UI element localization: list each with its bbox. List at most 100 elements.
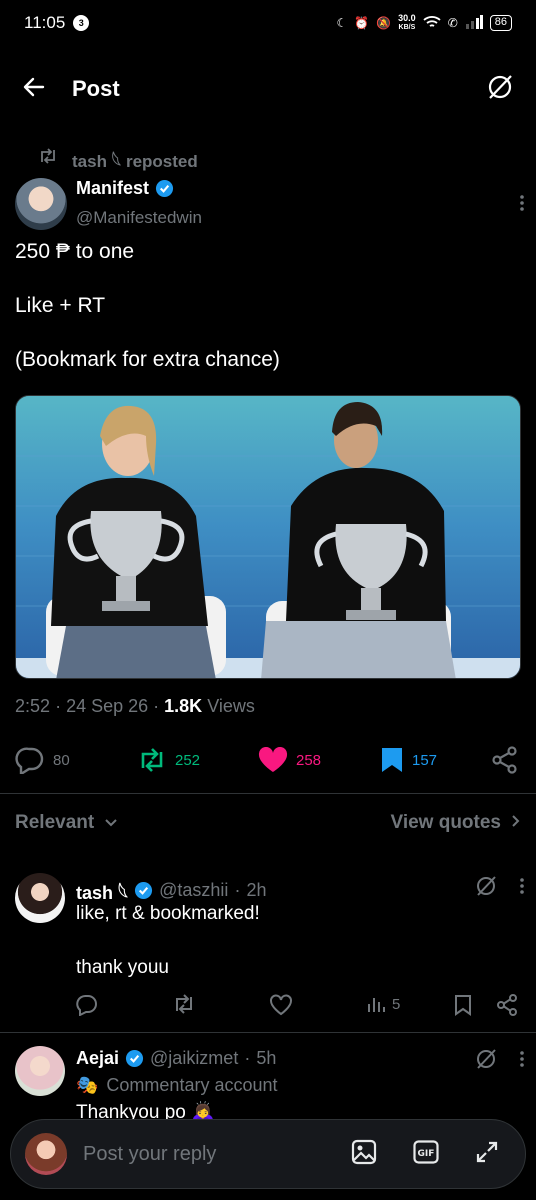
repost-icon [141, 748, 163, 772]
reply-button[interactable]: 80 [15, 746, 70, 774]
post-text-line-1: 250 ₱ to one [15, 240, 135, 263]
relevant-dropdown[interactable]: Relevant [15, 812, 118, 834]
theater-masks-icon: 🎭 [76, 1075, 99, 1095]
photo-illustration [16, 396, 520, 678]
reply-views-count: 5 [392, 995, 401, 1013]
reply-time: 5h [256, 1048, 277, 1068]
verified-badge-icon [125, 1049, 144, 1068]
reply-top-icons [475, 1048, 525, 1075]
mute-icon: 🔕 [376, 16, 392, 30]
share-button[interactable] [491, 746, 519, 774]
view-quotes-link[interactable]: View quotes [390, 812, 521, 834]
bookmark-count: 157 [412, 751, 438, 769]
reply-author-handle[interactable]: @jaikizmet [150, 1048, 238, 1069]
post-image[interactable] [15, 395, 521, 679]
chevron-down-icon [104, 812, 118, 834]
repost-icon [38, 148, 58, 169]
grok-icon[interactable] [475, 1048, 497, 1075]
post-meta: 2:52 · 24 Sep 26 · 1.8K Views [15, 696, 255, 716]
replies-filter-row: Relevant View quotes [15, 812, 521, 834]
repost-indicator: tash 𓆩 reposted [38, 144, 198, 173]
gif-icon[interactable]: GIF [413, 1139, 439, 1169]
status-time: 11:05 [24, 13, 66, 32]
author-name[interactable]: Manifest [76, 178, 174, 199]
avatar[interactable] [15, 178, 67, 230]
divider [0, 1032, 536, 1033]
alarm-icon: ⏰ [354, 16, 370, 30]
reply-author-name[interactable]: Aejai [76, 1048, 119, 1069]
reply-header: tash 𓆩 @taszhii · 2h [76, 875, 266, 905]
reply-header: Aejai @jaikizmet · 5h [76, 1048, 277, 1069]
views-count: 1.8K [164, 696, 203, 716]
reply-author-handle[interactable]: @taszhii [159, 880, 228, 901]
author-handle[interactable]: @Manifestedwin [76, 208, 202, 228]
reply-button[interactable] [76, 994, 98, 1016]
share-icon [497, 994, 517, 1016]
like-button[interactable] [269, 994, 293, 1016]
views-button[interactable]: 5 [366, 994, 400, 1014]
composer-tools: GIF [351, 1139, 511, 1170]
verified-badge-icon [135, 881, 153, 899]
bookmark-button[interactable]: 157 [380, 746, 437, 774]
more-options-icon[interactable] [519, 1050, 525, 1073]
moon-icon: ☾ [336, 16, 348, 30]
bookmark-icon [382, 748, 402, 772]
post-actions: 80 252 258 157 [15, 740, 521, 780]
call-icon: ✆ [447, 16, 458, 30]
like-button[interactable]: 258 [258, 747, 321, 773]
network-speed: 30.0 KB/S [398, 13, 416, 32]
share-button[interactable] [496, 994, 518, 1016]
battery-indicator: 86 [489, 15, 512, 31]
grok-icon[interactable] [486, 73, 514, 106]
reply-item[interactable]: Aejai @jaikizmet · 5h 🎭 Commentary accou… [15, 1046, 525, 1123]
post-time: 2:52 [15, 696, 51, 716]
commentary-account-label: 🎭 Commentary account [76, 1075, 278, 1095]
post-date: 24 Sep 26 [66, 696, 149, 716]
share-icon [492, 746, 517, 774]
heart-icon [258, 747, 288, 772]
more-options-icon[interactable] [519, 194, 525, 217]
wifi-icon [423, 15, 441, 32]
more-options-icon[interactable] [519, 877, 525, 900]
repost-count: 252 [175, 751, 201, 769]
verified-badge-icon [155, 179, 174, 198]
reply-time: 2h [246, 879, 267, 900]
bookmark-button[interactable] [454, 994, 472, 1016]
back-arrow-icon[interactable] [22, 75, 46, 104]
reply-input[interactable]: Post your reply [83, 1143, 216, 1166]
like-count: 258 [296, 751, 322, 769]
avatar[interactable] [15, 1046, 65, 1096]
image-icon[interactable] [351, 1139, 377, 1170]
reply-text-line-1: like, rt & bookmarked! [76, 903, 260, 924]
reply-actions: 5 [76, 994, 521, 1024]
avatar[interactable] [15, 873, 65, 923]
signal-icon [465, 14, 483, 32]
repost-text[interactable]: tash 𓆩 reposted [72, 144, 198, 173]
bookmark-icon [455, 995, 471, 1016]
status-bar: 11:05 3 ☾ ⏰ 🔕 30.0 KB/S ✆ 86 [0, 0, 536, 46]
analytics-icon [368, 998, 385, 1012]
reply-text-line-2: thank youu [76, 957, 169, 978]
heart-icon [270, 994, 292, 1016]
post-text-line-2: Like + RT [15, 294, 106, 317]
avatar [25, 1133, 67, 1175]
repost-button[interactable] [172, 994, 196, 1014]
reply-top-icons [475, 875, 525, 902]
divider [0, 793, 536, 794]
reply-count: 80 [53, 751, 70, 769]
reply-icon [76, 994, 97, 1016]
grok-icon[interactable] [475, 875, 497, 902]
repost-icon [176, 994, 192, 1014]
reply-composer[interactable]: Post your reply GIF [10, 1119, 526, 1189]
post-text-line-3: (Bookmark for extra chance) [15, 348, 280, 371]
status-icons: ☾ ⏰ 🔕 30.0 KB/S ✆ 86 [336, 14, 512, 32]
reply-icon [15, 747, 44, 774]
expand-icon[interactable] [475, 1140, 499, 1169]
chevron-right-icon [511, 812, 521, 834]
views-label: Views [207, 696, 255, 716]
notification-count-badge: 3 [73, 15, 90, 31]
post-author: Manifest @Manifestedwin [15, 176, 525, 232]
reply-author-name[interactable]: tash 𓆩 [76, 875, 128, 905]
svg-text:GIF: GIF [418, 1149, 435, 1159]
repost-button[interactable]: 252 [137, 748, 200, 772]
